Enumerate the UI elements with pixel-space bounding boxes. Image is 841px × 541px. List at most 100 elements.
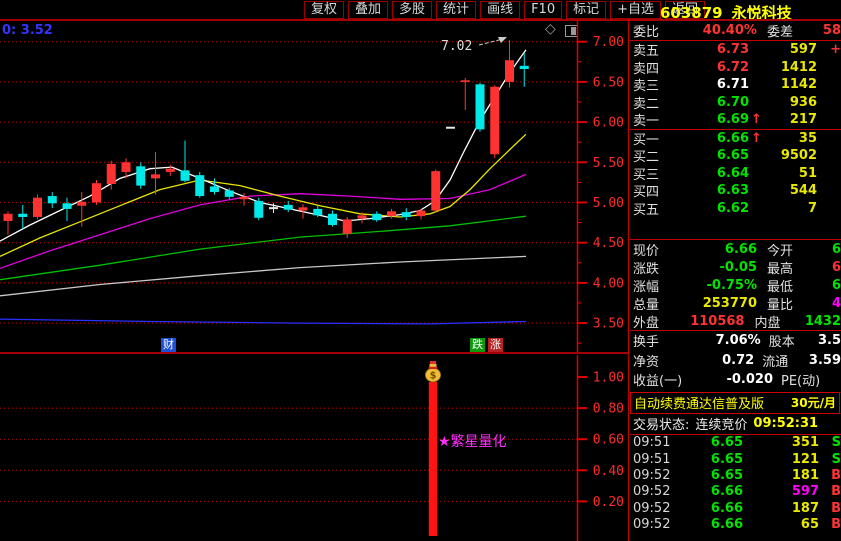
stat-value: 253770 [702,295,757,311]
bid-volume: 51 [798,165,817,181]
stat-label: 涨幅 [633,279,660,295]
svg-text:4.00: 4.00 [593,276,624,291]
signal-indicator-label: ★繁星量化 [438,434,507,450]
ask-volume: 1412 [780,59,817,75]
tick-side: S [831,435,841,451]
menu-tongji[interactable]: 统计 [436,1,477,19]
daily-candlestick-chart[interactable]: 7.00 6.50 6.00 5.50 5.00 4.50 4.00 3.50 7.02 [0,21,629,352]
banner-price: 30元/月 [790,396,836,411]
fund-value: -0.020 [726,372,773,388]
price-arrow-icon: ↑ [751,130,762,146]
menu-fuquan[interactable]: 复权 [304,1,345,19]
tick-side: S [831,451,841,467]
menu-huaxian[interactable]: 画线 [480,1,521,19]
tick-row: 09:52 6.66 187 B [630,500,841,516]
tab-rise[interactable]: 涨 [488,338,503,352]
bid-row[interactable]: 买三 6.64 51 [630,165,841,183]
ask-book: 卖五 6.73 597 + 卖四 6.72 1412 卖三 6.71 1142 卖二 6.70 936 卖… [630,41,841,129]
signal-subchart[interactable]: 1.00 0.80 0.60 0.40 0.20 $ [0,355,629,541]
bid-row[interactable]: 买二 6.65 9502 [630,147,841,165]
fund-row: 净资 0.72 流通 3.59 [630,351,841,371]
moving-average-lines [0,49,527,325]
stat-value: -0.05 [719,259,757,275]
tab-fall[interactable]: 跌 [470,338,485,352]
tick-time: 09:52 [633,500,671,516]
stat-row: 外盘 110568 内盘 1432 [630,312,841,331]
weibi-value: 40.40% [702,23,757,38]
svg-text:7.00: 7.00 [593,35,624,50]
fund-value2: 3.5 [817,333,841,349]
tick-time: 09:52 [633,484,671,500]
ask-price: 6.69 [716,112,749,128]
ma-blue [0,318,527,325]
tick-price: 6.65 [710,468,743,484]
svg-text:6.00: 6.00 [593,116,624,131]
bid-row[interactable]: 买四 6.63 544 [630,182,841,200]
tick-side: B [831,500,841,516]
fundamental-stats: 换手 7.06% 股本 3.5 净资 0.72 流通 3.59 收益(一) -0.020 PE(动) [630,331,841,390]
ask-price: 6.73 [716,42,749,58]
bid-row[interactable]: 买五 6.62 7 [630,200,841,218]
ask-row[interactable]: 卖一 6.69 ↑ 217 [630,111,841,129]
stat-value2: 1432 [804,313,841,329]
trade-status-value: 连续竞价 [695,418,748,434]
bid-level-label: 买五 [633,202,660,218]
bid-book: 买一 6.66 ↑ 35 买二 6.65 9502 买三 6.64 51 买四 6.63 544 买五 6.… [630,130,841,218]
high-price-annotation: 7.02 [441,37,507,54]
stat-row: 总量 253770 量比 4 [630,294,841,313]
bid-price: 6.66 [716,130,749,146]
sub-axis: 1.00 0.80 0.60 0.40 0.20 [576,355,624,541]
bid-price: 6.63 [716,183,749,199]
stat-value2: 6 [831,277,841,293]
price-arrow-icon: ↑ [751,112,762,128]
tick-row: 09:51 6.65 351 S [630,435,841,451]
price-axis: 7.00 6.50 6.00 5.50 5.00 4.50 4.00 3.50 [576,21,624,352]
svg-text:6.50: 6.50 [593,75,624,90]
ask-row[interactable]: 卖四 6.72 1412 [630,59,841,77]
ask-volume: 217 [789,112,817,128]
stat-value: 6.66 [724,241,757,257]
bid-row[interactable]: 买一 6.66 ↑ 35 [630,130,841,148]
fund-value2: 3.59 [808,352,841,368]
svg-text:$: $ [430,371,437,382]
bid-volume: 9502 [780,148,817,164]
candles [3,40,529,238]
weibi-row: 委比 40.40% 委差 58 [630,21,841,40]
weibi-label: 委比 [633,25,660,40]
svg-text:1.00: 1.00 [593,371,624,386]
ask-row[interactable]: 卖五 6.73 597 + [630,41,841,59]
menu-add-zixuan[interactable]: +自选 [610,1,662,19]
subscription-banner[interactable]: 自动续费通达信普及版 30元/月 [630,391,840,414]
app-window: 复权 叠加 多股 统计 画线 F10 标记 +自选 返回 603879 永悦科技 0: 3.52 … [0,0,841,541]
quote-panel: 委比 40.40% 委差 58 卖五 6.73 597 + 卖四 6.72 1412 卖三 6.… [630,21,841,541]
ma-gray [0,255,527,297]
ask-volume: 1142 [780,77,817,93]
money-bag-icon: $ [425,361,441,383]
tick-side: B [831,516,841,532]
fund-label: 换手 [633,335,660,351]
stat-label2: 量比 [767,297,794,313]
ma-magenta [0,173,527,270]
tick-row: 09:52 6.66 597 B [630,484,841,500]
bid-level-label: 买三 [633,167,660,183]
ask-extra: + [830,42,841,58]
ask-row[interactable]: 卖三 6.71 1142 [630,76,841,94]
svg-text:0.60: 0.60 [593,433,624,448]
fund-value: 0.72 [722,352,755,368]
menu-duogu[interactable]: 多股 [392,1,433,19]
menu-biaoji[interactable]: 标记 [566,1,607,19]
bid-price: 6.62 [716,200,749,216]
fund-value: 7.06% [715,333,761,349]
fund-label: 收益(一) [633,374,683,390]
bid-volume: 7 [807,200,817,216]
stat-label: 总量 [633,297,660,313]
menu-diejia[interactable]: 叠加 [348,1,389,19]
ask-level-label: 卖四 [633,61,660,77]
ask-row[interactable]: 卖二 6.70 936 [630,94,841,112]
svg-text:7.02: 7.02 [441,39,472,54]
tab-finance[interactable]: 财 [161,338,176,352]
tick-time: 09:51 [633,451,671,467]
stat-row: 涨幅 -0.75% 最低 6 [630,276,841,295]
menu-f10[interactable]: F10 [524,1,563,19]
stat-value: -0.75% [706,277,758,293]
